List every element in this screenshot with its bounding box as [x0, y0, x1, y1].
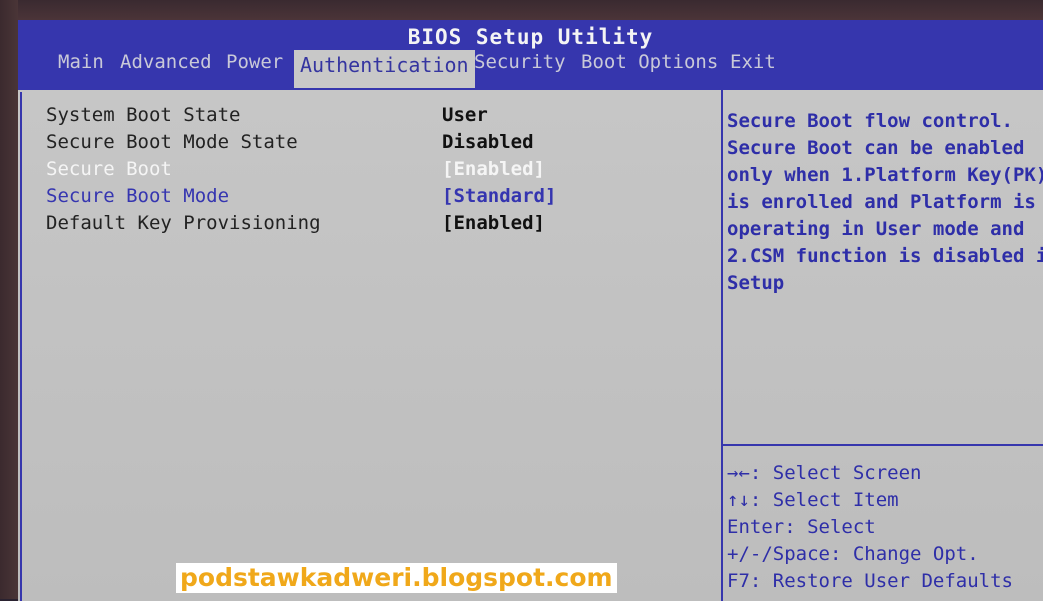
help-line: Secure Boot flow control.: [727, 110, 1013, 132]
bios-screen: BIOS Setup Utility Main Advanced Power A…: [0, 0, 1043, 601]
header-bar: BIOS Setup Utility Main Advanced Power A…: [18, 20, 1043, 88]
key-hint-select-item: ↑↓: Select Item: [727, 489, 899, 511]
settings-pane: System Boot State User Secure Boot Mode …: [18, 90, 723, 601]
help-line: only when 1.Platform Key(PK): [727, 164, 1043, 186]
main-panel: System Boot State User Secure Boot Mode …: [18, 88, 1043, 601]
tab-security[interactable]: Security: [468, 51, 572, 73]
monitor-bezel-top: [0, 0, 1043, 20]
setting-row-secure-boot[interactable]: Secure Boot [Enabled]: [46, 156, 686, 183]
tab-boot-options[interactable]: Boot Options: [575, 51, 724, 73]
setting-label: Secure Boot: [46, 158, 172, 180]
help-line: 2.CSM function is disabled in: [727, 245, 1043, 267]
key-legend: →←: Select Screen ↑↓: Select Item Enter:…: [727, 460, 1043, 595]
help-line: Setup: [727, 272, 785, 294]
setting-value[interactable]: [Enabled]: [442, 156, 545, 183]
setting-row-default-key-provisioning[interactable]: Default Key Provisioning [Enabled]: [46, 210, 686, 237]
setting-label: Secure Boot Mode State: [46, 131, 298, 153]
help-line: Secure Boot can be enabled: [727, 137, 1025, 159]
tab-main[interactable]: Main: [52, 51, 110, 73]
setting-row-system-boot-state: System Boot State User: [46, 102, 686, 129]
setting-value[interactable]: [Standard]: [442, 183, 556, 210]
setting-label: System Boot State: [46, 104, 241, 126]
key-hint-select-screen: →←: Select Screen: [727, 462, 922, 484]
app-title: BIOS Setup Utility: [407, 25, 654, 49]
help-text: Secure Boot flow control. Secure Boot ca…: [727, 108, 1043, 297]
setting-row-secure-boot-mode[interactable]: Secure Boot Mode [Standard]: [46, 183, 686, 210]
help-pane: Secure Boot flow control. Secure Boot ca…: [723, 90, 1043, 601]
key-hint-change-opt: +/-/Space: Change Opt.: [727, 543, 979, 565]
setting-label: Default Key Provisioning: [46, 212, 321, 234]
help-line: operating in User mode and: [727, 218, 1025, 240]
help-divider: [723, 444, 1043, 446]
tab-authentication[interactable]: Authentication: [294, 50, 475, 88]
tab-advanced[interactable]: Advanced: [114, 51, 218, 73]
key-hint-restore-defaults: F7: Restore User Defaults: [727, 570, 1013, 592]
setting-value[interactable]: [Enabled]: [442, 210, 545, 237]
tab-power[interactable]: Power: [220, 51, 289, 73]
setting-value: User: [442, 104, 488, 126]
help-line: is enrolled and Platform is: [727, 191, 1036, 213]
watermark: podstawkadweri.blogspot.com: [176, 563, 617, 593]
pane-edge: [20, 92, 22, 601]
setting-label: Secure Boot Mode: [46, 185, 230, 207]
monitor-bezel-left: [0, 0, 18, 599]
tab-exit[interactable]: Exit: [724, 51, 782, 73]
setting-row-secure-boot-mode-state: Secure Boot Mode State Disabled: [46, 129, 686, 156]
key-hint-enter: Enter: Select: [727, 516, 876, 538]
setting-value: Disabled: [442, 131, 534, 153]
